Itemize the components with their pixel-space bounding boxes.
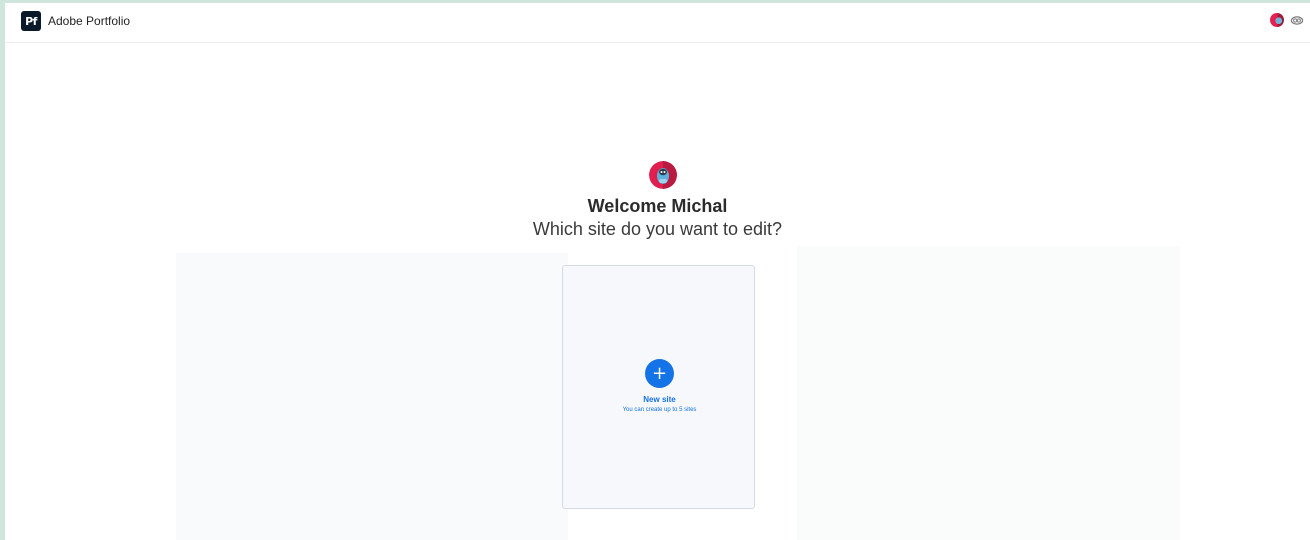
brand[interactable]: Pf Adobe Portfolio — [21, 11, 130, 31]
site-limit-note: You can create up to 5 sites — [622, 407, 697, 413]
app-name: Adobe Portfolio — [48, 14, 131, 28]
new-site-label[interactable]: New site — [563, 395, 756, 404]
site-question: Which site do you want to edit? — [532, 219, 783, 239]
top-right-controls — [1270, 13, 1304, 27]
app-window: Pf Adobe Portfolio Welcome Michal Which … — [5, 3, 1310, 540]
creative-cloud-icon[interactable] — [1290, 13, 1304, 27]
background-panel-left — [176, 253, 568, 540]
profile-avatar-icon[interactable] — [1270, 13, 1284, 27]
portfolio-logo: Pf — [21, 11, 41, 31]
background-panel-right — [797, 246, 1180, 540]
welcome-heading: Welcome Michal — [587, 196, 728, 216]
user-avatar-icon — [649, 161, 677, 189]
new-site-card[interactable]: + New site You can create up to 5 sites — [562, 265, 755, 509]
plus-icon[interactable]: + — [645, 359, 674, 388]
top-bar: Pf Adobe Portfolio — [5, 3, 1310, 43]
